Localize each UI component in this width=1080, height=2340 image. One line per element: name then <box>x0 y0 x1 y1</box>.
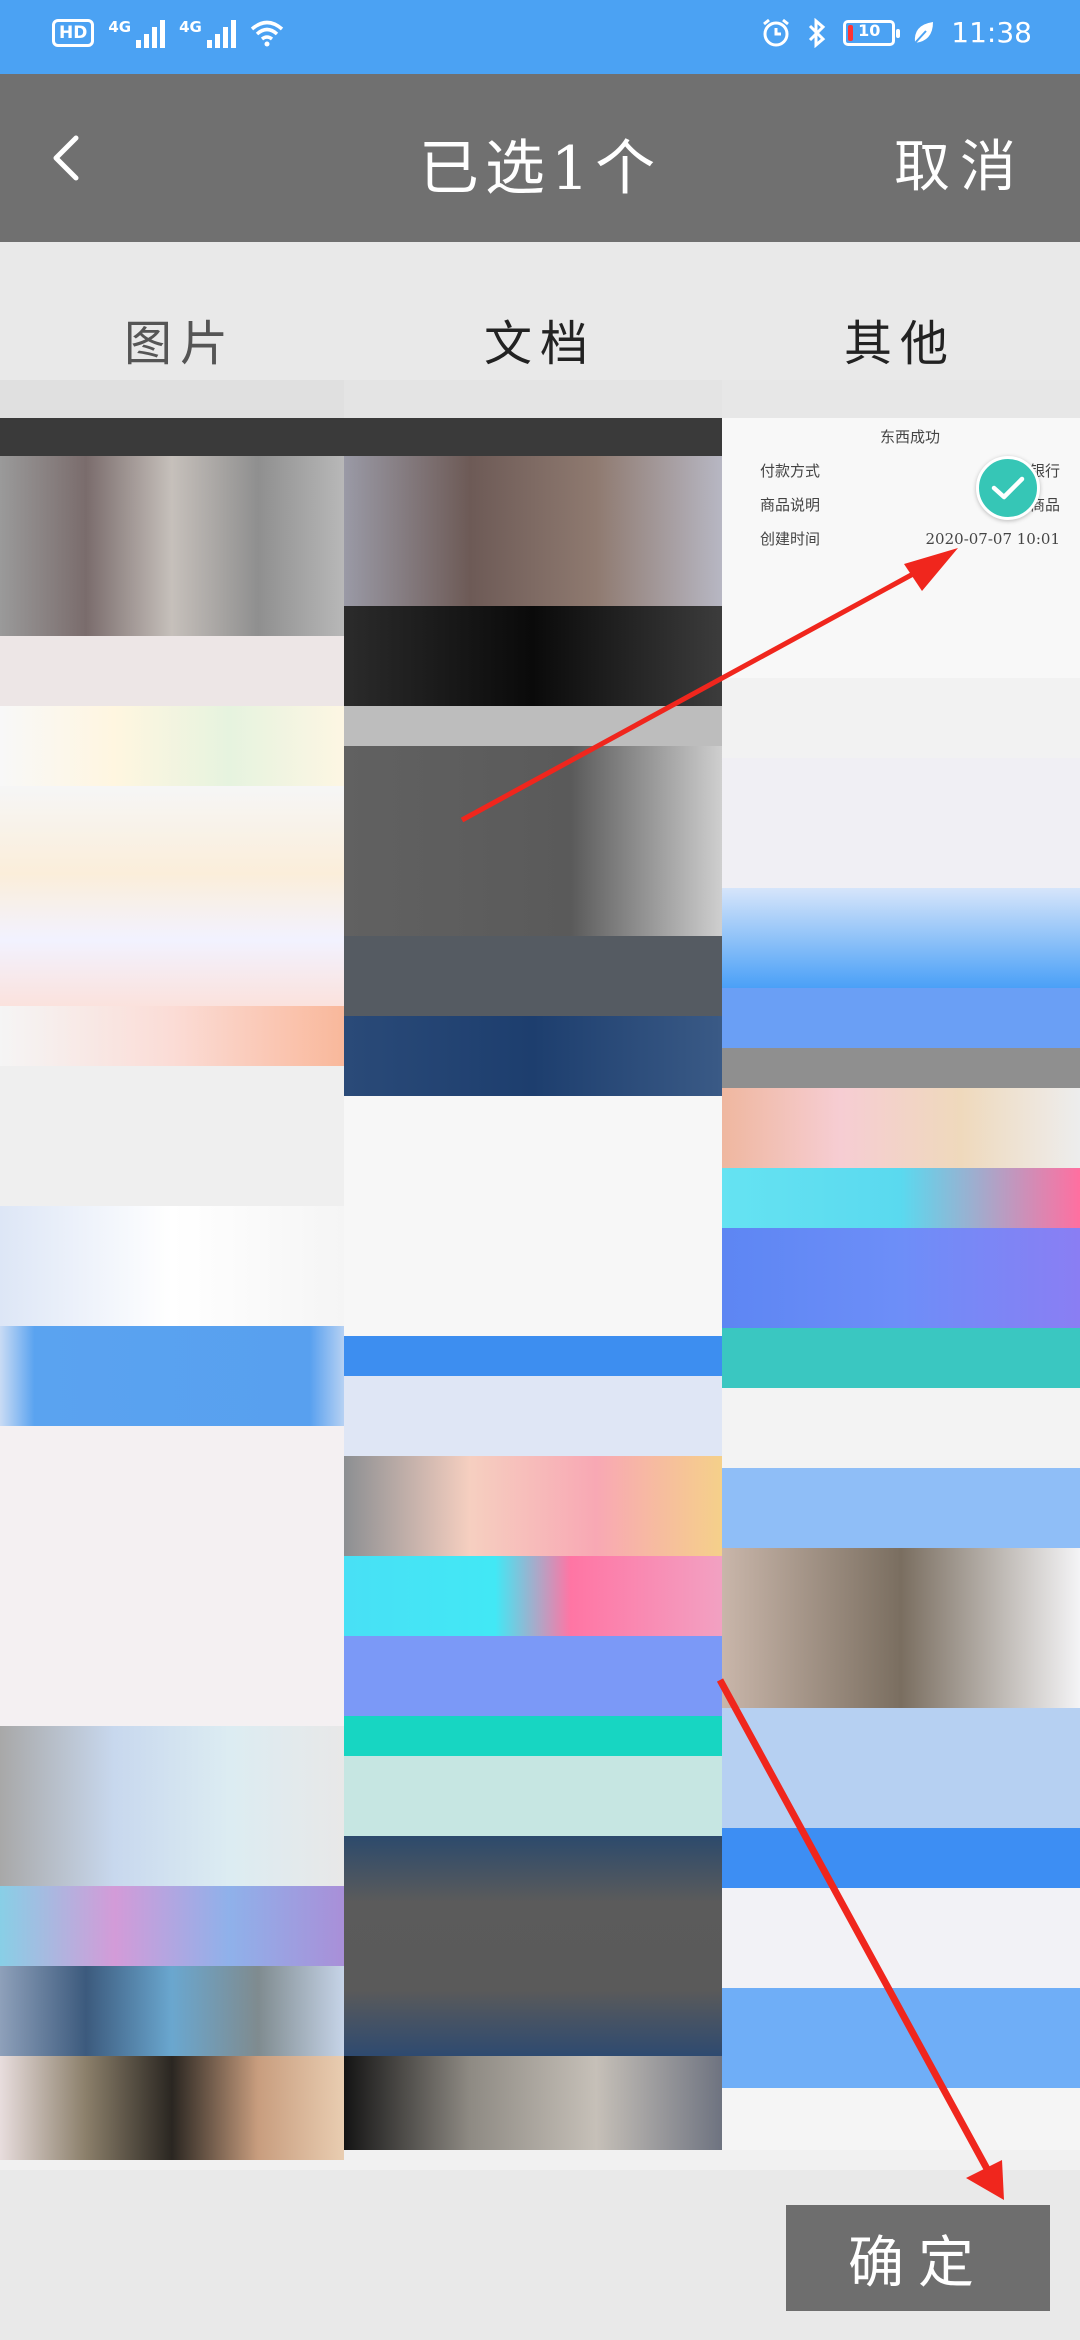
cancel-button[interactable]: 取消 <box>894 122 1026 203</box>
status-bar: HD 4G 4G 10 11:38 <box>0 0 1080 74</box>
file-grid <box>0 380 1080 2170</box>
tab-images[interactable]: 图片 <box>0 304 360 374</box>
battery-level: 10 <box>858 20 881 40</box>
preview-value: 2020-07-07 10:01 <box>925 530 1060 548</box>
alarm-icon <box>763 18 790 46</box>
thumbnail-2[interactable] <box>344 380 722 2170</box>
confirm-button[interactable]: 确定 <box>786 2205 1050 2311</box>
preview-heading: 东西成功 <box>879 428 940 446</box>
preview-label: 付款方式 <box>760 462 821 480</box>
signal-icon: 4G <box>108 18 166 48</box>
selected-check-icon[interactable] <box>976 456 1040 520</box>
wifi-icon <box>250 20 283 47</box>
tab-documents[interactable]: 文档 <box>360 304 720 374</box>
tab-other[interactable]: 其他 <box>720 304 1080 374</box>
signal-icon-2: 4G <box>179 18 236 48</box>
battery-icon: 10 <box>843 19 901 46</box>
title-bar: 已选1个 取消 <box>0 74 1080 242</box>
hd-icon: HD <box>52 19 95 47</box>
preview-label: 商品说明 <box>760 496 821 514</box>
bluetooth-icon <box>809 17 826 48</box>
thumbnail-3[interactable] <box>722 380 1080 2170</box>
thumbnail-1[interactable] <box>0 380 344 2170</box>
clock: 11:38 <box>951 16 1032 49</box>
preview-label: 创建时间 <box>760 530 821 548</box>
leaf-icon <box>914 21 934 44</box>
